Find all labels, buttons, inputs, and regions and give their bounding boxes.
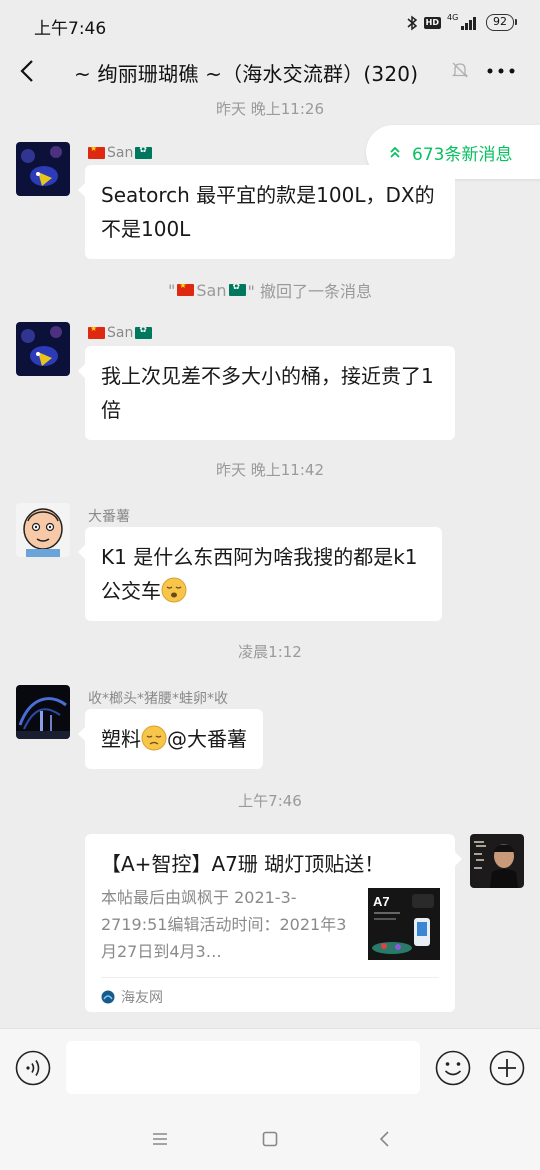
signal-icon: 4G (447, 12, 476, 30)
voice-input-icon[interactable] (15, 1050, 51, 1086)
avatar[interactable] (16, 142, 70, 196)
macau-flag-icon (135, 147, 153, 159)
back-nav-icon[interactable] (376, 1130, 394, 1148)
network-type-label: 4G (447, 12, 459, 22)
home-icon[interactable] (261, 1130, 279, 1148)
new-messages-label: 673条新消息 (412, 144, 513, 165)
china-flag-icon (88, 327, 105, 339)
chat-header: ~ 绚丽珊瑚礁 ~（海水交流群）(320) (0, 50, 540, 94)
link-thumbnail: A7 (368, 888, 440, 960)
message-text: Seatorch 最平宜的款是100L，DX的不是100L (101, 183, 435, 241)
mute-bell-icon (451, 62, 469, 78)
chat-title: ~ 绚丽珊瑚礁 ~（海水交流群）(320) (74, 62, 419, 86)
battery-icon: 92 (486, 14, 517, 31)
back-arrow-icon[interactable] (16, 58, 42, 84)
avatar[interactable] (16, 322, 70, 376)
status-icons: HD 4G 92 (406, 12, 517, 31)
message-bubble[interactable]: Seatorch 最平宜的款是100L，DX的不是100L (78, 165, 455, 259)
sender-name-text: 大番薯 (88, 509, 130, 525)
link-title: 【A+智控】A7珊 瑚灯顶贴送！ (101, 852, 385, 876)
more-options-icon[interactable] (486, 66, 516, 76)
link-card-message[interactable]: 【A+智控】A7珊 瑚灯顶贴送！ 本帖最后由飒枫于 2021-3-2719:51… (85, 834, 462, 1012)
avatar[interactable] (16, 503, 70, 557)
timestamp: 昨天 晚上11:26 (216, 100, 324, 118)
message-bubble[interactable]: 塑料 @大番薯 (78, 709, 263, 769)
macau-flag-icon (228, 284, 246, 296)
menu-icon[interactable] (151, 1130, 169, 1148)
sender-name: 收*榔头*猪腰*蛙卵*收 (88, 688, 228, 708)
hd-icon: HD (423, 16, 441, 29)
timestamp: 凌晨1:12 (238, 643, 302, 661)
sender-name: 大番薯 (88, 506, 130, 526)
bluetooth-icon (407, 15, 417, 30)
sender-name-text: San (107, 325, 134, 341)
message-text: 塑料 (101, 727, 141, 751)
disappointed-face-emoji-icon (141, 725, 167, 751)
timestamp: 上午7:46 (238, 792, 302, 810)
avatar[interactable] (16, 685, 70, 739)
message-bubble[interactable]: K1 是什么东西阿为啥我搜的都是k1 公交车 (78, 527, 442, 621)
sender-name-text: San (107, 145, 134, 161)
my-avatar[interactable] (470, 834, 524, 888)
china-flag-icon (88, 147, 105, 159)
timestamp: 昨天 晚上11:42 (216, 461, 324, 479)
message-input[interactable] (66, 1041, 420, 1094)
sender-name: San (88, 325, 153, 341)
message-bubble[interactable]: 我上次见差不多大小的桶，接近贵了1倍 (78, 346, 455, 440)
message-text: 我上次见差不多大小的桶，接近贵了1倍 (101, 364, 434, 422)
source-logo-icon (101, 990, 115, 1004)
relieved-face-emoji-icon (161, 577, 187, 603)
recall-text: " 撤回了一条消息 (247, 282, 372, 301)
message-text: K1 是什么东西阿为啥我搜的都是k1 公交车 (101, 545, 418, 603)
system-navigation-bar (0, 1106, 540, 1170)
link-thumb-label: A7 (373, 894, 390, 909)
emoji-picker-icon[interactable] (435, 1050, 471, 1086)
recall-prefix: " (168, 280, 176, 300)
input-bar (0, 1028, 540, 1106)
divider (101, 977, 439, 978)
sender-name-text: 收*榔头*猪腰*蛙卵*收 (88, 691, 228, 707)
status-bar: 上午7:46 HD 4G 92 (0, 0, 540, 50)
recall-name: San (196, 280, 227, 300)
double-chevron-up-icon (390, 146, 400, 158)
link-description: 本帖最后由飒枫于 2021-3-2719:51编辑活动时间：2021年3月27日… (101, 888, 347, 961)
recall-notice: " San " 撤回了一条消息 (0, 278, 540, 302)
mention-text: @大番薯 (167, 727, 247, 751)
plus-more-icon[interactable] (489, 1050, 525, 1086)
macau-flag-icon (135, 327, 153, 339)
sender-name: San (88, 145, 153, 161)
link-source: 海友网 (101, 987, 163, 1007)
link-source-name: 海友网 (121, 990, 163, 1006)
china-flag-icon (177, 284, 195, 296)
status-time: 上午7:46 (34, 19, 107, 39)
